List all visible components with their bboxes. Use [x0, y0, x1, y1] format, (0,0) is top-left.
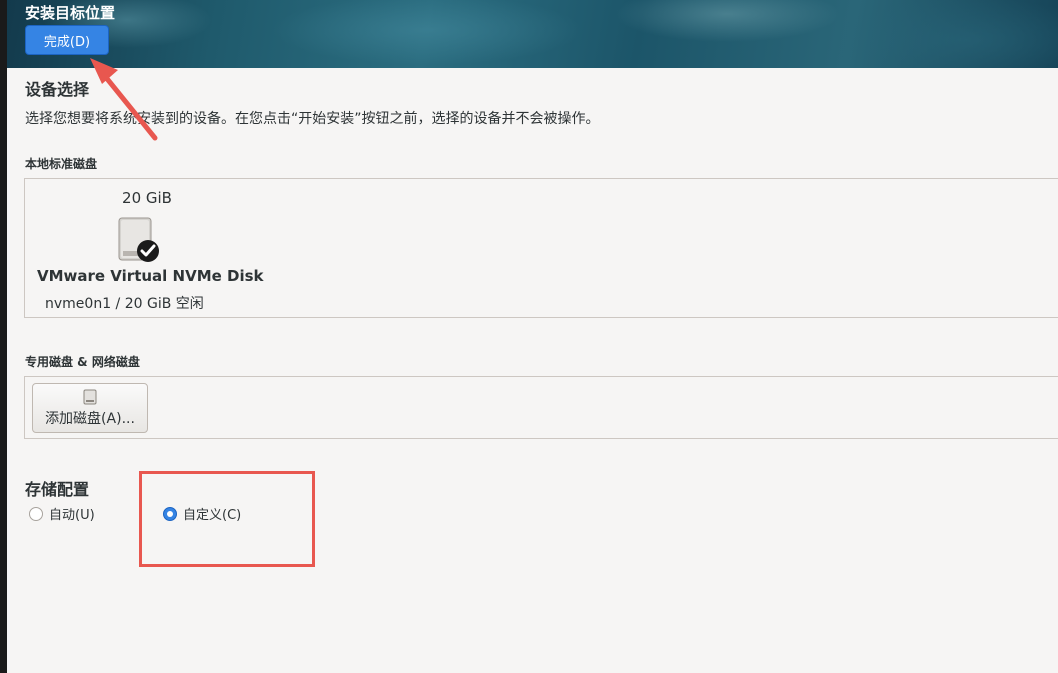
disk-card[interactable]: 20 GiB VMware Virtual NVMe Disk nvme0n1 … — [37, 185, 264, 313]
disk-name: VMware Virtual NVMe Disk — [37, 267, 264, 285]
local-disks-title: 本地标准磁盘 — [25, 157, 98, 171]
storage-config-title: 存储配置 — [25, 480, 90, 499]
disk-icon — [83, 389, 97, 405]
radio-automatic-label: 自动(U) — [49, 508, 95, 523]
disk-size: 20 GiB — [122, 189, 172, 207]
local-disks-panel: 20 GiB VMware Virtual NVMe Disk nvme0n1 … — [24, 178, 1058, 318]
special-disks-title: 专用磁盘 & 网络磁盘 — [25, 355, 140, 369]
annotation-highlight-box — [139, 471, 315, 567]
page-title: 安装目标位置 — [25, 4, 116, 22]
radio-automatic[interactable]: 自动(U) — [29, 504, 95, 523]
disk-detail: nvme0n1 / 20 GiB 空闲 — [45, 296, 204, 312]
annotation-arrow-icon — [90, 58, 158, 141]
window-left-edge — [0, 0, 7, 673]
add-disk-button[interactable]: 添加磁盘(A)... — [32, 383, 148, 433]
radio-button-unchecked[interactable] — [29, 506, 43, 521]
special-disks-panel: 添加磁盘(A)... — [24, 376, 1058, 439]
hard-disk-icon — [118, 217, 159, 262]
add-disk-label: 添加磁盘(A)... — [45, 411, 135, 427]
